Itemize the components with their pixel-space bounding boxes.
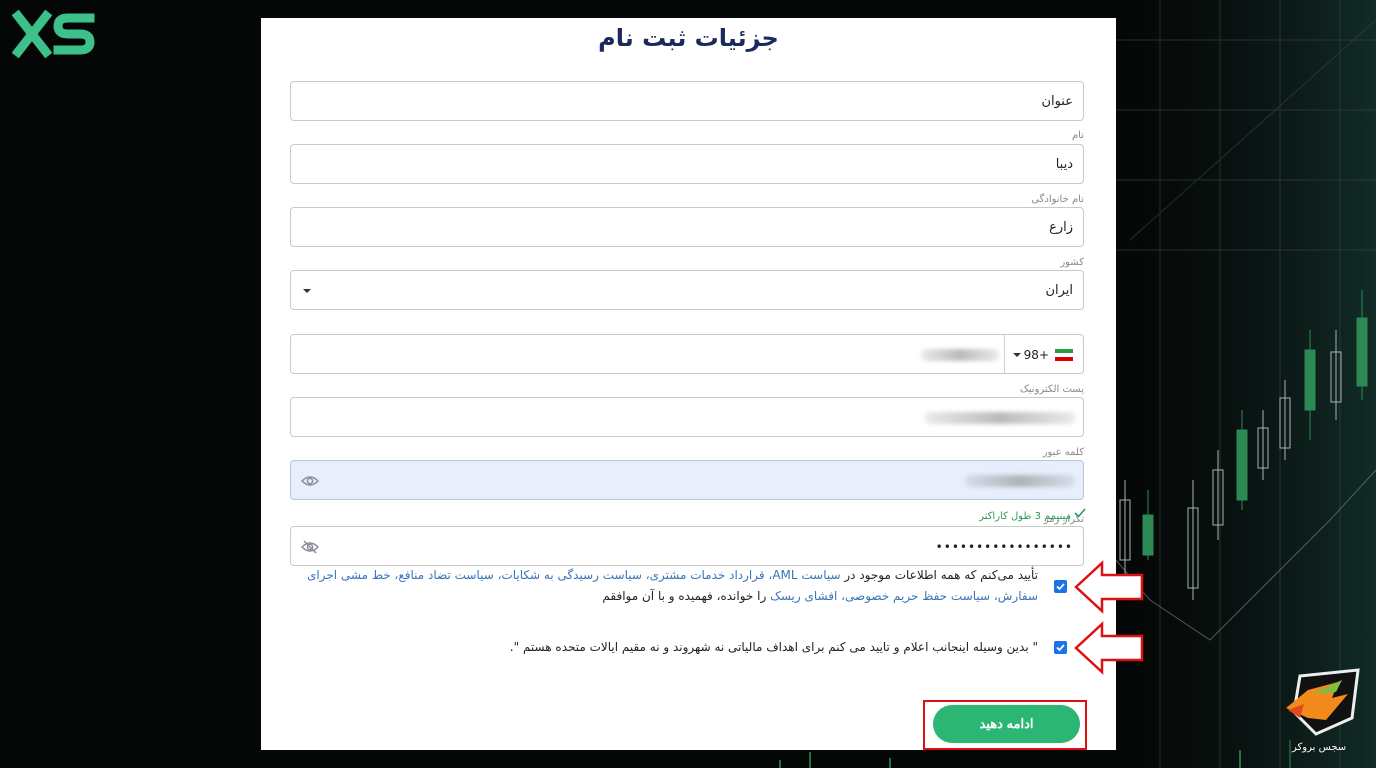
country-code-dropdown-icon[interactable]: [1013, 353, 1021, 357]
consent-tax-text: " بدین وسیله اینجانب اعلام و تایید می کن…: [509, 640, 1038, 654]
first-name-label: نام: [1071, 130, 1084, 141]
first-name-value: دیبا: [1055, 157, 1073, 172]
registration-panel: جزئیات ثبت نام عنوان نام دیبا نام خانواد…: [261, 18, 1116, 750]
consent-terms-links-2[interactable]: سفارش، سیاست حفظ حریم خصوصی، افشای ریسک: [770, 589, 1038, 603]
arrow-left-icon: [1074, 621, 1144, 675]
confirm-password-value: •••••••••••••••••: [935, 540, 1073, 554]
title-field[interactable]: عنوان: [290, 81, 1084, 121]
consent-terms-checkbox[interactable]: [1054, 580, 1067, 593]
email-label: پست الکترونیک: [1019, 384, 1084, 395]
email-field[interactable]: [290, 397, 1084, 437]
phone-number-redacted: [921, 349, 999, 361]
check-icon: [1074, 508, 1086, 518]
last-name-label: نام خانوادگی: [1031, 194, 1084, 205]
password-field[interactable]: [290, 460, 1084, 500]
confirm-password-field[interactable]: •••••••••••••••••: [290, 526, 1084, 566]
title-field-placeholder: عنوان: [1041, 94, 1073, 109]
first-name-field[interactable]: دیبا: [290, 144, 1084, 184]
xs-logo: [12, 10, 95, 58]
arrow-left-icon: [1074, 560, 1144, 614]
continue-button[interactable]: ادامه دهید: [933, 705, 1080, 743]
phone-field[interactable]: 98+: [290, 334, 1084, 374]
consent-tax-checkbox[interactable]: [1054, 641, 1067, 654]
page-title: جزئیات ثبت نام: [598, 24, 779, 52]
email-redacted: [925, 412, 1075, 424]
iran-flag-icon: [1055, 349, 1073, 361]
country-select[interactable]: ایران: [290, 270, 1084, 310]
password-label: کلمه عبور: [1042, 447, 1084, 458]
country-label: کشور: [1060, 257, 1084, 268]
broker-logo: [1286, 668, 1360, 736]
last-name-value: زارع: [1049, 220, 1073, 235]
password-length-hint: مینیمم 3 طول کاراکتر: [979, 511, 1071, 522]
eye-off-icon[interactable]: [301, 539, 319, 555]
consent-terms-prefix: تأیید می‌کنم که همه اطلاعات موجود در: [840, 568, 1038, 582]
country-value: ایران: [1045, 283, 1073, 298]
consent-terms-text: تأیید می‌کنم که همه اطلاعات موجود در سیا…: [278, 565, 1038, 607]
last-name-field[interactable]: زارع: [290, 207, 1084, 247]
consent-terms-suffix: را خوانده، فهمیده و با آن موافقم: [602, 589, 771, 603]
phone-divider: [1004, 335, 1005, 373]
chevron-down-icon: [303, 289, 311, 293]
phone-country-code: 98+: [1023, 348, 1049, 362]
password-redacted: [965, 475, 1075, 487]
broker-watermark-name: سجس بروکر: [1292, 742, 1347, 753]
eye-icon[interactable]: [301, 473, 319, 489]
consent-terms-links[interactable]: سیاست AML، قرارداد خدمات مشتری، سیاست رس…: [307, 568, 841, 582]
